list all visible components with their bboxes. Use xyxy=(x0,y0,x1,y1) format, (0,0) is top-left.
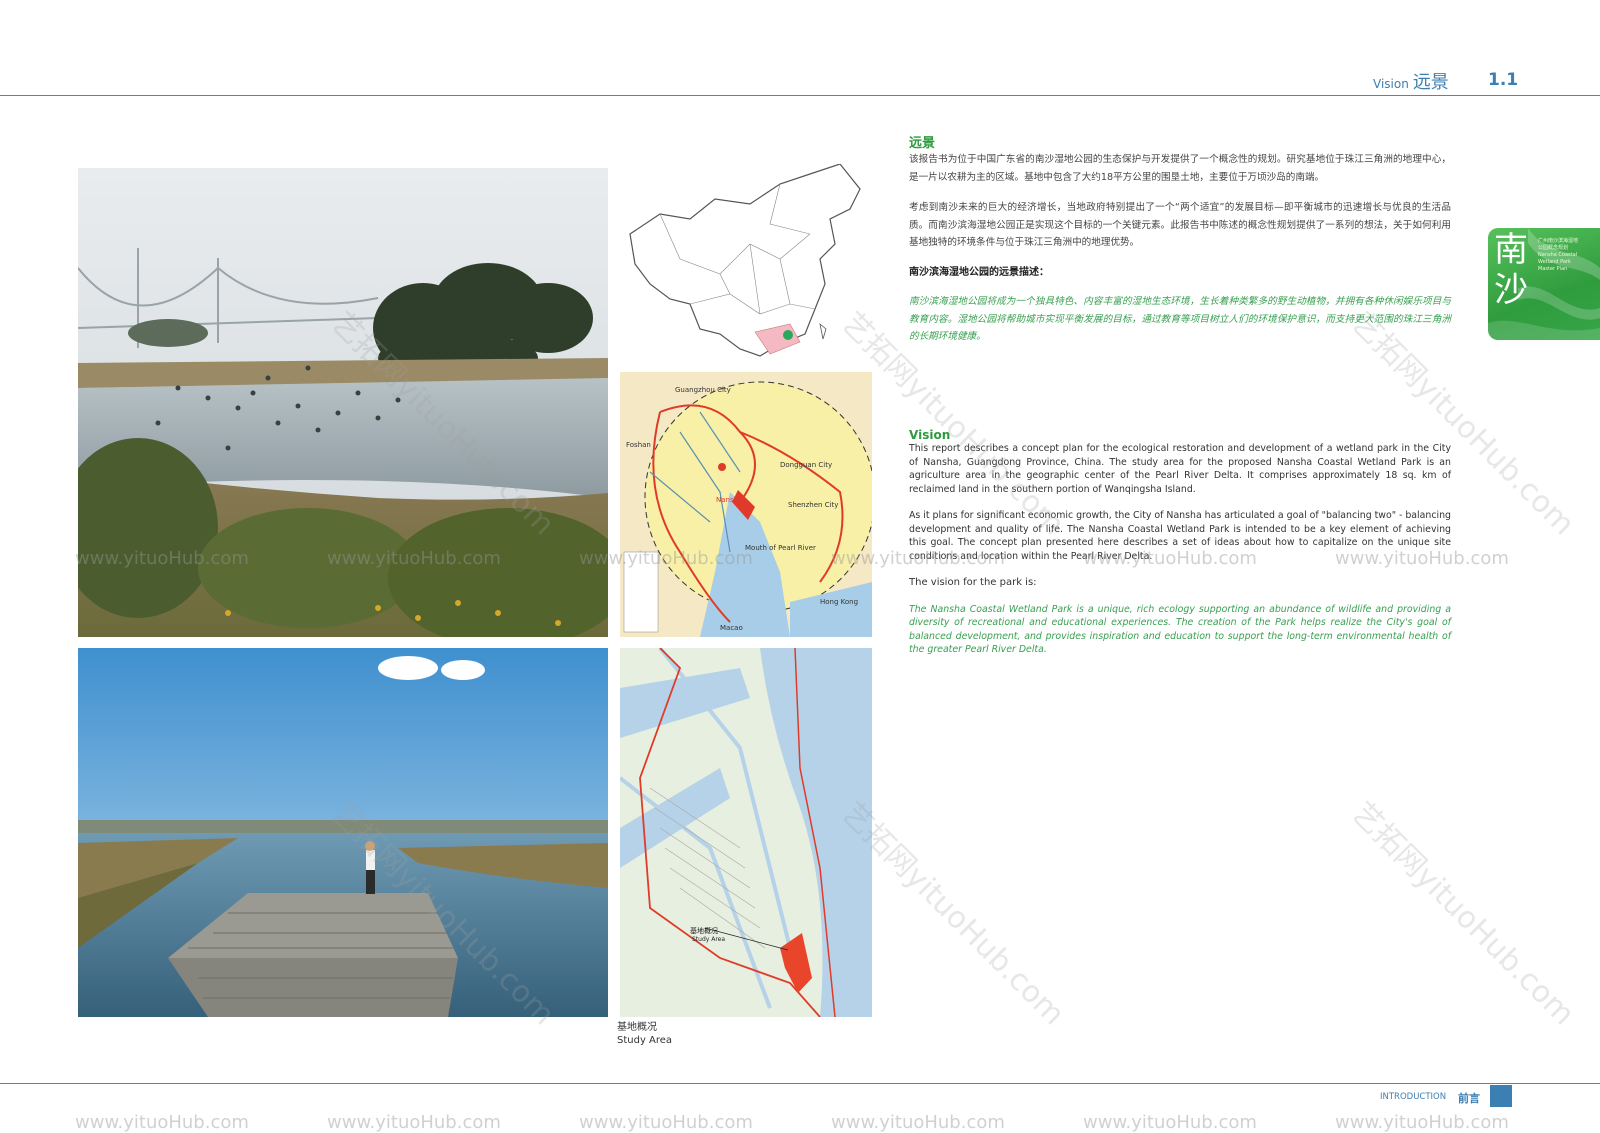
map-study-area: 基地概况 Study Area xyxy=(620,648,872,1017)
en-vision-label: The vision for the park is: xyxy=(909,577,1037,588)
caption-en: Study Area xyxy=(617,1035,673,1046)
footer-label-cn: 前言 xyxy=(1458,1092,1480,1105)
delta-label-shenzhen: Shenzhen City xyxy=(788,501,838,509)
delta-label-foshan: Foshan xyxy=(626,441,651,449)
study-area-label-en: Study Area xyxy=(692,936,725,943)
watermark: www.yituoHub.com xyxy=(75,548,249,569)
cn-paragraph-2: 考虑到南沙未来的巨大的经济增长，当地政府特别提出了一个“两个适宜”的发展目标—即… xyxy=(909,202,1451,248)
watermark: www.yituoHub.com xyxy=(579,548,753,569)
footer-square xyxy=(1490,1085,1512,1107)
side-tab: 南沙 广州南沙滨海湿地公园概念规划 Nansha Coastal Wetland… xyxy=(1488,228,1600,340)
watermark: www.yituoHub.com xyxy=(1335,1112,1509,1133)
caption-cn: 基地概况 xyxy=(617,1022,657,1033)
header-title-cn: 远景 xyxy=(1412,72,1449,93)
side-tab-label: 南沙 xyxy=(1494,230,1528,310)
delta-label-mouth: Mouth of Pearl River xyxy=(745,544,816,552)
delta-label-macao: Macao xyxy=(720,624,743,632)
figure-caption: 基地概况 Study Area xyxy=(617,1021,672,1047)
watermark: www.yituoHub.com xyxy=(579,1112,753,1133)
map-pearl-river-delta: Guangzhou City Foshan Dongguan City Shen… xyxy=(620,372,872,637)
watermark: www.yituoHub.com xyxy=(1335,548,1509,569)
en-vision-text: The Nansha Coastal Wetland Park is a uni… xyxy=(909,603,1451,656)
watermark-diagonal: 艺拓网yituoHub.com xyxy=(1344,795,1582,1033)
watermark: www.yituoHub.com xyxy=(1083,548,1257,569)
watermark: www.yituoHub.com xyxy=(831,548,1005,569)
watermark: www.yituoHub.com xyxy=(1083,1112,1257,1133)
page-number: 1.1 xyxy=(1488,70,1519,90)
watermark: www.yituoHub.com xyxy=(327,548,501,569)
footer-rule xyxy=(0,1083,1600,1084)
side-tab-subtitle: 广州南沙滨海湿地公园概念规划 Nansha Coastal Wetland Pa… xyxy=(1538,238,1579,272)
delta-label-dongguan: Dongguan City xyxy=(780,461,832,469)
cn-vision-heading: 南沙滨海湿地公园的远景描述： xyxy=(909,266,1049,278)
watermark: www.yituoHub.com xyxy=(327,1112,501,1133)
footer-label-en: INTRODUCTION xyxy=(1380,1092,1447,1102)
study-area-label-cn: 基地概况 xyxy=(690,926,718,935)
watermark: www.yituoHub.com xyxy=(831,1112,1005,1133)
cn-heading: 远景 xyxy=(909,136,936,151)
watermark: www.yituoHub.com xyxy=(75,1112,249,1133)
cn-paragraph-1: 该报告书为位于中国广东省的南沙湿地公园的生态保护与开发提供了一个概念性的规划。研… xyxy=(909,154,1451,183)
header-title: Vision 远景 xyxy=(1373,68,1449,94)
header-rule xyxy=(0,95,1600,96)
delta-label-guangzhou: Guangzhou City xyxy=(675,386,731,394)
header-title-en: Vision xyxy=(1373,77,1409,91)
delta-label-nansha: Nansha xyxy=(716,496,742,504)
delta-label-hongkong: Hong Kong xyxy=(820,598,858,606)
